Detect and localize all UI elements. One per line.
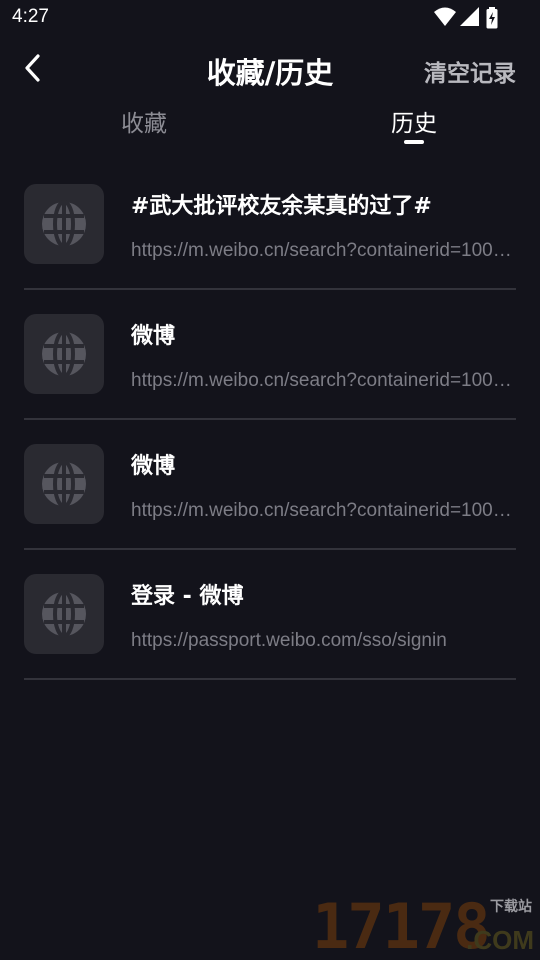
item-icon-container: [24, 314, 104, 394]
watermark-tag: 下载站: [490, 899, 532, 915]
watermark-domain: .COM: [466, 925, 534, 955]
item-title: 微博: [131, 454, 176, 479]
tab-favorites[interactable]: 收藏: [84, 104, 204, 138]
header: 收藏/历史 清空记录: [0, 40, 540, 98]
site-watermark: 17178 .COM 下载站: [312, 896, 536, 958]
item-url: https://m.weibo.cn/search?containerid=10…: [131, 500, 516, 521]
globe-icon: [42, 330, 86, 378]
status-bar: 4:27: [0, 0, 540, 36]
globe-icon: [42, 590, 86, 638]
item-title: 登录 - 微博: [131, 584, 244, 609]
item-url: https://m.weibo.cn/search?containerid=10…: [131, 370, 516, 391]
app-screen: 4:27 收藏/历史 清空记录 收藏 历史 #武大批评校友余某真的过了# htt…: [0, 0, 540, 960]
history-item[interactable]: #武大批评校友余某真的过了# https://m.weibo.cn/search…: [24, 160, 516, 290]
item-icon-container: [24, 574, 104, 654]
wifi-icon: [434, 7, 456, 26]
item-url: https://passport.weibo.com/sso/signin: [131, 630, 447, 651]
globe-icon: [42, 460, 86, 508]
item-url: https://m.weibo.cn/search?containerid=10…: [131, 240, 516, 261]
history-item[interactable]: 微博 https://m.weibo.cn/search?containerid…: [24, 290, 516, 420]
active-tab-indicator: [404, 140, 424, 144]
history-list: #武大批评校友余某真的过了# https://m.weibo.cn/search…: [24, 160, 516, 680]
globe-icon: [42, 200, 86, 248]
status-time: 4:27: [12, 6, 49, 27]
signal-icon: [460, 7, 479, 26]
tab-bar: 收藏 历史: [0, 102, 540, 148]
item-title: 微博: [131, 324, 176, 349]
item-icon-container: [24, 184, 104, 264]
watermark-digits: 17178: [312, 890, 491, 960]
item-title: #武大批评校友余某真的过了#: [131, 194, 432, 219]
battery-icon: [486, 7, 498, 29]
clear-history-button[interactable]: 清空记录: [424, 54, 516, 88]
history-item[interactable]: 登录 - 微博 https://passport.weibo.com/sso/s…: [24, 550, 516, 680]
status-icons: [434, 7, 500, 29]
history-item[interactable]: 微博 https://m.weibo.cn/search?containerid…: [24, 420, 516, 550]
tab-history[interactable]: 历史: [354, 104, 474, 138]
item-icon-container: [24, 444, 104, 524]
